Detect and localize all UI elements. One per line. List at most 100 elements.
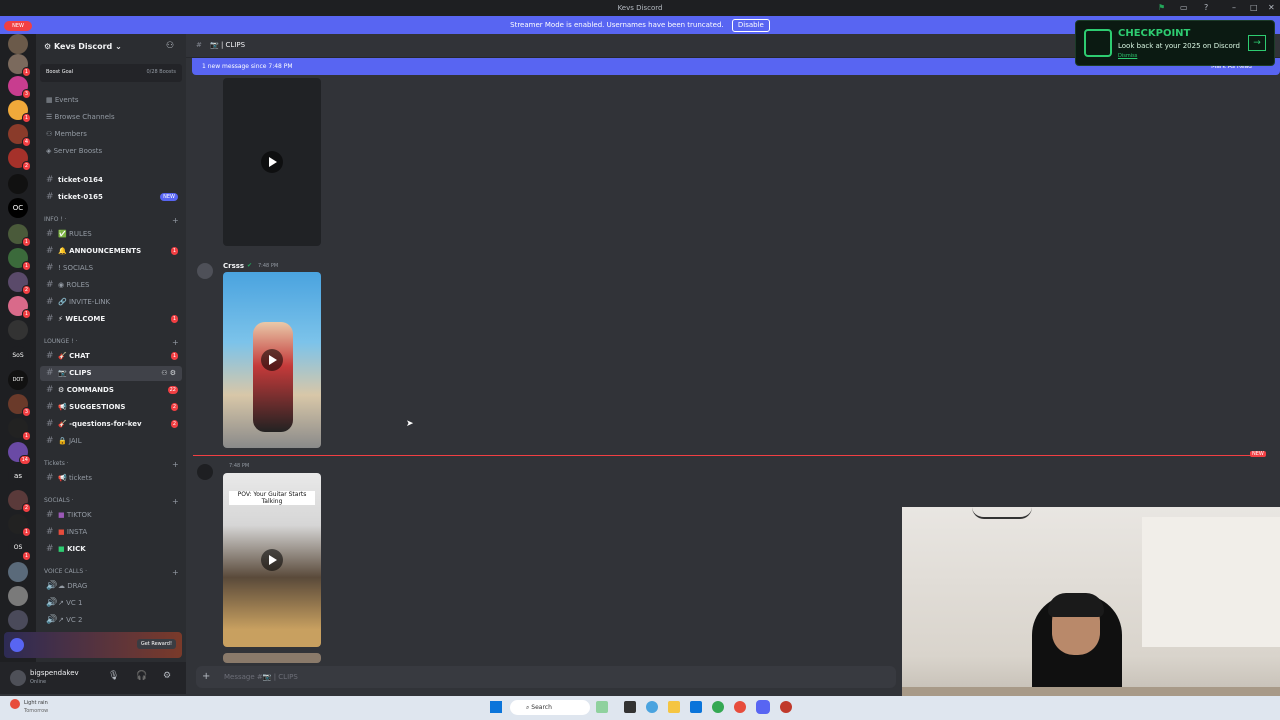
help-icon[interactable]: ?: [1204, 3, 1208, 12]
channel-tiktok[interactable]: # ■ TIKTOK: [36, 508, 186, 523]
message-input[interactable]: + Message #📷 | CLIPS: [196, 666, 896, 688]
voice-channel-drag[interactable]: 🔊 ☁ DRAG: [36, 579, 186, 594]
new-servers-pill[interactable]: NEW: [4, 21, 32, 31]
settings-icon[interactable]: ⚇ ⚙: [161, 366, 176, 381]
nav-server-boosts[interactable]: ◈ Server Boosts: [46, 147, 102, 155]
server-icon[interactable]: 2: [8, 148, 31, 171]
gear-icon[interactable]: ⚙: [163, 671, 171, 681]
server-icon[interactable]: 1: [8, 514, 31, 537]
category-voice-calls[interactable]: VOICE CALLS · +: [44, 568, 179, 577]
category-info[interactable]: INFO ! · +: [44, 216, 179, 225]
flag-icon[interactable]: ⚑: [1158, 3, 1165, 12]
play-icon[interactable]: [261, 349, 283, 371]
server-icon[interactable]: OS 1: [8, 538, 31, 561]
server-icon[interactable]: 14: [8, 442, 31, 465]
minimize-icon[interactable]: –: [1232, 3, 1236, 12]
server-icon[interactable]: [8, 34, 28, 54]
channel-welcome[interactable]: # ⚡ WELCOME 1: [36, 312, 186, 327]
channel-invite-link[interactable]: # 🔗 INVITE-LINK: [36, 295, 186, 310]
server-name-header[interactable]: ⚙ Kevs Discord ⌄: [44, 42, 122, 51]
server-icon[interactable]: OC: [8, 198, 28, 218]
nav-browse-channels[interactable]: ☰ Browse Channels: [46, 113, 115, 121]
disable-streamer-button[interactable]: Disable: [731, 19, 770, 32]
channel-socials[interactable]: #! SOCIALS: [36, 261, 186, 276]
username[interactable]: bigspendakev: [30, 669, 79, 677]
app-icon[interactable]: [780, 701, 792, 713]
task-view-icon[interactable]: [624, 701, 636, 713]
server-icon[interactable]: 3: [8, 76, 31, 99]
invite-people-icon[interactable]: ⚇: [166, 41, 174, 51]
taskbar-search[interactable]: ⌕ Search: [510, 700, 590, 715]
channel-rules[interactable]: # ✅ RULES: [36, 227, 186, 242]
server-icon[interactable]: 1: [8, 224, 31, 247]
channel-announcements[interactable]: # 🔔 ANNOUNCEMENTS 1: [36, 244, 186, 259]
server-icon[interactable]: [8, 586, 28, 606]
voice-channel-vc1[interactable]: 🔊 ↗ VC 1: [36, 596, 186, 611]
file-explorer-icon[interactable]: [668, 701, 680, 713]
server-icon[interactable]: 2: [8, 490, 31, 513]
server-icon[interactable]: as: [8, 466, 28, 486]
channel-roles[interactable]: # ◉ ROLES: [36, 278, 186, 293]
get-reward-button[interactable]: Get Reward!: [136, 639, 176, 649]
server-icon[interactable]: DOT: [8, 370, 28, 390]
channel-insta[interactable]: # ■ INSTA: [36, 525, 186, 540]
close-icon[interactable]: ✕: [1268, 3, 1275, 12]
category-socials[interactable]: SOCIALS · +: [44, 497, 179, 506]
server-icon[interactable]: [8, 174, 28, 194]
server-icon[interactable]: 1: [8, 100, 31, 123]
video-attachment[interactable]: [223, 272, 321, 448]
channel-jail[interactable]: # 🔒 JAIL: [36, 434, 186, 449]
channel-suggestions[interactable]: # 📢 SUGGESTIONS 2: [36, 400, 186, 415]
video-attachment[interactable]: POV: Your Guitar Starts Talking: [223, 473, 321, 647]
play-icon[interactable]: [261, 151, 283, 173]
server-icon[interactable]: SoS: [8, 346, 28, 366]
arrow-right-icon[interactable]: →: [1248, 35, 1266, 51]
server-icon[interactable]: 1: [8, 248, 31, 271]
server-icon[interactable]: 4: [8, 124, 31, 147]
server-icon[interactable]: [8, 320, 28, 340]
server-icon[interactable]: [8, 562, 28, 582]
voice-channel-vc2[interactable]: 🔊 ↗ VC 2: [36, 613, 186, 628]
chrome-icon[interactable]: [712, 701, 724, 713]
weather-icon[interactable]: [10, 699, 20, 709]
discord-icon[interactable]: [756, 700, 770, 714]
channel-questions-for-kev[interactable]: # 🎸 -questions-for-kev 2: [36, 417, 186, 432]
server-icon[interactable]: [8, 610, 28, 630]
channel-chat[interactable]: # 🎸 CHAT 1: [36, 349, 186, 364]
server-icon[interactable]: 1: [8, 418, 31, 441]
edge-icon[interactable]: [646, 701, 658, 713]
channel-clips[interactable]: # 📷 CLIPS ⚇ ⚙: [40, 366, 182, 381]
plus-icon[interactable]: +: [202, 666, 210, 688]
checkpoint-popup[interactable]: CHECKPOINT Look back at your 2025 on Dis…: [1075, 20, 1275, 66]
maximize-icon[interactable]: □: [1250, 3, 1258, 12]
widgets-icon[interactable]: [596, 701, 608, 713]
nitro-promo-banner[interactable]: Get Reward!: [4, 632, 182, 658]
windows-start-icon[interactable]: [490, 701, 502, 713]
message-author[interactable]: Crsss: [223, 262, 244, 270]
channel-tickets[interactable]: # 📢 tickets: [36, 471, 186, 486]
category-tickets[interactable]: Tickets · +: [44, 460, 179, 469]
checkpoint-dismiss[interactable]: Dismiss: [1118, 53, 1137, 59]
channel-ticket-0165[interactable]: # ticket-0165 NEW: [36, 190, 186, 205]
avatar[interactable]: [197, 464, 213, 480]
server-icon[interactable]: 1: [8, 54, 31, 77]
video-attachment[interactable]: [223, 78, 321, 246]
category-lounge[interactable]: LOUNGE ! · +: [44, 338, 179, 347]
nav-events[interactable]: ▦ Events: [46, 96, 79, 104]
server-icon[interactable]: 1: [8, 296, 31, 319]
channel-kick[interactable]: # ■ KICK: [36, 542, 186, 557]
nav-members[interactable]: ⚇ Members: [46, 130, 87, 138]
microphone-icon[interactable]: 🎙: [108, 671, 119, 681]
avatar[interactable]: [197, 263, 213, 279]
headphones-icon[interactable]: 🎧: [136, 671, 147, 681]
play-icon[interactable]: [261, 549, 283, 571]
weather-text[interactable]: Light rain: [24, 700, 48, 706]
channel-ticket-0164[interactable]: # ticket-0164: [36, 173, 186, 188]
store-icon[interactable]: [690, 701, 702, 713]
video-attachment[interactable]: [223, 653, 321, 663]
boost-goal-bar[interactable]: Boost Goal 0/28 Boosts: [40, 64, 182, 82]
server-icon[interactable]: 3: [8, 394, 31, 417]
avatar[interactable]: [10, 670, 26, 686]
server-icon[interactable]: 2: [8, 272, 31, 295]
channel-commands[interactable]: # ⚙ COMMANDS 22: [36, 383, 186, 398]
